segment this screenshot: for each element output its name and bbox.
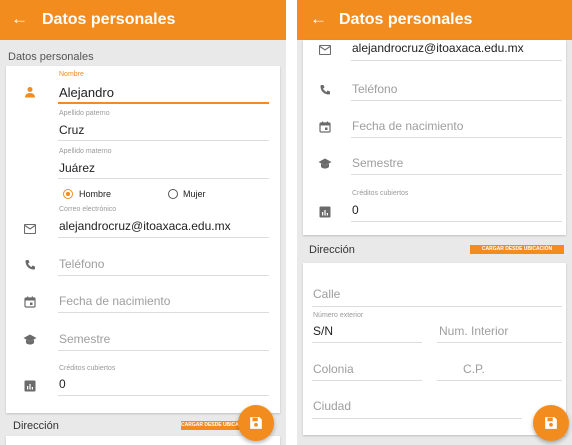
phone-icon <box>320 85 330 95</box>
app-bar-title: Datos personales <box>42 11 176 28</box>
app-bar: ← Datos personales <box>297 0 572 40</box>
semestre-placeholder[interactable]: Semestre <box>352 156 403 170</box>
semestre-placeholder[interactable]: Semestre <box>59 332 110 346</box>
num-exterior-underline <box>312 342 422 343</box>
back-arrow-icon[interactable]: ← <box>11 9 28 29</box>
school-icon <box>23 334 37 345</box>
fecha-underline <box>58 312 269 313</box>
fecha-placeholder[interactable]: Fecha de nacimiento <box>59 294 170 308</box>
creditos-underline <box>351 221 562 222</box>
chart-icon <box>24 380 36 392</box>
load-from-location-button[interactable]: CARGAR DESDE UBICACIÓN <box>181 421 241 430</box>
apellido-paterno-underline <box>58 140 269 141</box>
calle-placeholder[interactable]: Calle <box>313 287 340 301</box>
cp-underline <box>437 380 562 381</box>
app-bar-title: Datos personales <box>339 11 473 28</box>
calendar-icon <box>24 296 36 308</box>
apellido-materno-underline <box>58 178 269 179</box>
semestre-underline <box>351 174 562 175</box>
telefono-placeholder[interactable]: Teléfono <box>59 257 104 271</box>
telefono-placeholder[interactable]: Teléfono <box>352 82 397 96</box>
chart-icon <box>319 206 331 218</box>
section-title-direccion: Dirección <box>13 420 59 432</box>
apellido-paterno-value[interactable]: Cruz <box>59 123 84 137</box>
nombre-value[interactable]: Alejandro <box>59 85 114 100</box>
right-screen: ← Datos personales alejandrocruz@itoaxac… <box>297 0 572 445</box>
save-icon <box>545 417 557 429</box>
radio-hombre-label[interactable]: Hombre <box>79 189 111 199</box>
nombre-label: Nombre <box>59 71 84 78</box>
section-title-direccion: Dirección <box>309 244 355 256</box>
creditos-underline <box>58 395 269 396</box>
correo-value[interactable]: alejandrocruz@itoaxaca.edu.mx <box>59 219 231 233</box>
radio-mujer-ring[interactable] <box>168 189 178 199</box>
save-icon <box>250 417 262 429</box>
email-icon <box>319 45 331 55</box>
calle-underline <box>312 306 562 307</box>
calendar-icon <box>319 121 331 133</box>
correo-underline <box>58 237 269 238</box>
creditos-value[interactable]: 0 <box>352 203 359 217</box>
left-screen: ← Datos personales Datos personales Nomb… <box>0 0 286 445</box>
personal-data-card <box>6 66 280 413</box>
num-interior-placeholder[interactable]: Num. Interior <box>439 324 508 338</box>
creditos-label: Créditos cubiertos <box>59 365 116 372</box>
address-card <box>6 436 280 445</box>
num-interior-underline <box>437 342 562 343</box>
num-exterior-label: Número exterior <box>313 312 364 319</box>
apellido-materno-label: Apellido materno <box>59 148 112 155</box>
telefono-underline <box>58 275 269 276</box>
radio-mujer-label[interactable]: Mujer <box>183 189 206 199</box>
section-title-datos: Datos personales <box>8 51 94 63</box>
school-icon <box>318 158 332 169</box>
person-icon <box>25 87 35 98</box>
creditos-label: Créditos cubiertos <box>352 190 409 197</box>
phone-icon <box>25 260 35 270</box>
ciudad-underline <box>312 418 522 419</box>
load-from-location-button[interactable]: CARGAR DESDE UBICACIÓN <box>470 245 564 254</box>
correo-underline <box>351 60 562 61</box>
semestre-underline <box>58 350 269 351</box>
apellido-paterno-label: Apellido paterno <box>59 110 110 117</box>
radio-hombre-ring[interactable] <box>63 189 73 199</box>
save-fab[interactable] <box>238 405 274 441</box>
colonia-underline <box>312 380 422 381</box>
correo-label: Correo electrónico <box>59 206 117 213</box>
email-icon <box>24 224 36 234</box>
ciudad-placeholder[interactable]: Ciudad <box>313 399 351 413</box>
radio-hombre-dot <box>66 192 70 196</box>
fecha-placeholder[interactable]: Fecha de nacimiento <box>352 119 463 133</box>
save-fab[interactable] <box>533 405 569 441</box>
app-bar: ← Datos personales <box>0 0 286 40</box>
colonia-placeholder[interactable]: Colonia <box>313 362 354 376</box>
apellido-materno-value[interactable]: Juárez <box>59 161 95 175</box>
creditos-value[interactable]: 0 <box>59 377 66 391</box>
back-arrow-icon[interactable]: ← <box>310 9 327 29</box>
fecha-underline <box>351 137 562 138</box>
telefono-underline <box>351 100 562 101</box>
num-exterior-value[interactable]: S/N <box>313 324 333 338</box>
correo-value[interactable]: alejandrocruz@itoaxaca.edu.mx <box>352 41 524 55</box>
cp-placeholder[interactable]: C.P. <box>463 362 485 376</box>
nombre-underline <box>58 102 269 104</box>
